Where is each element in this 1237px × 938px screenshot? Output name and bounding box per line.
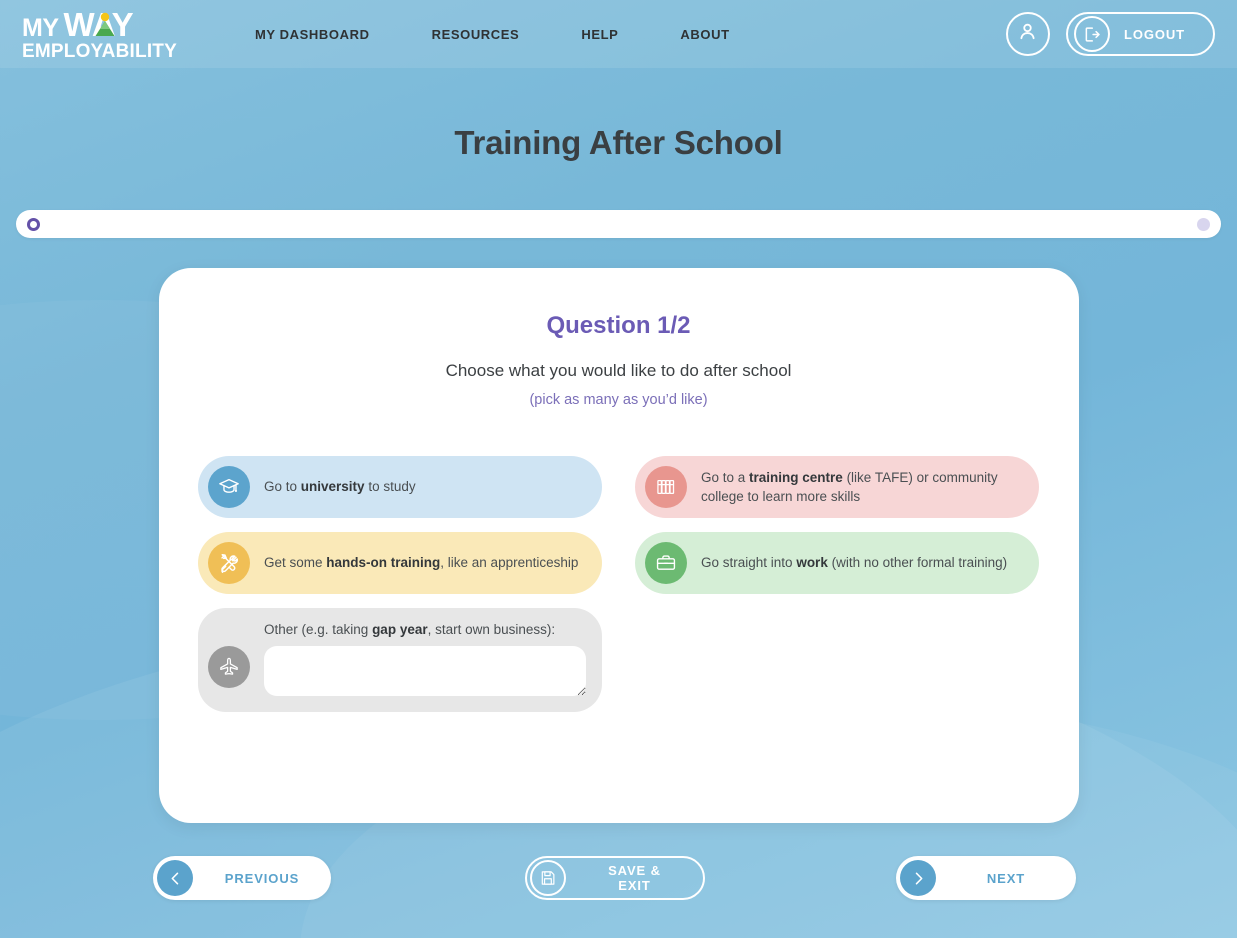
- previous-button[interactable]: PREVIOUS: [153, 856, 331, 900]
- nav-resources[interactable]: RESOURCES: [432, 19, 520, 50]
- brand-logo-line-2: EMPLOYABILITY: [22, 40, 177, 62]
- briefcase-icon: [645, 542, 687, 584]
- main-navigation: MY DASHBOARD RESOURCES HELP ABOUT: [255, 19, 1006, 50]
- option-other-input[interactable]: [264, 646, 586, 696]
- user-avatar-icon: [1016, 20, 1039, 48]
- airplane-icon: [208, 646, 250, 688]
- save-and-exit-button[interactable]: SAVE & EXIT: [525, 856, 705, 900]
- brand-logo-my: MY: [22, 13, 59, 42]
- header-actions: LOGOUT: [1005, 12, 1215, 56]
- progress-step-marker-current[interactable]: [27, 217, 40, 231]
- save-and-exit-button-label: SAVE & EXIT: [608, 863, 661, 893]
- previous-button-label: PREVIOUS: [224, 870, 300, 886]
- logout-arrow-icon: [1073, 16, 1110, 52]
- option-grid: Go to university to study Go to a traini…: [198, 456, 1039, 712]
- nav-help[interactable]: HELP: [581, 19, 618, 50]
- page-title: Training After School: [454, 124, 783, 161]
- option-work-label: Go straight into work (with no other for…: [701, 555, 1008, 571]
- user-avatar-button[interactable]: [1005, 12, 1050, 56]
- option-university[interactable]: Go to university to study: [198, 456, 602, 518]
- option-other[interactable]: Other (e.g. taking gap year, start own b…: [198, 608, 602, 712]
- chevron-left-icon: [157, 860, 193, 896]
- option-training-centre[interactable]: Go to a training centre (like TAFE) or c…: [635, 456, 1039, 518]
- option-hands-on-training[interactable]: Get some hands-on training, like an appr…: [198, 532, 602, 594]
- logout-label: LOGOUT: [1123, 26, 1185, 42]
- nav-my-dashboard[interactable]: MY DASHBOARD: [255, 19, 370, 50]
- option-other-body: Other (e.g. taking gap year, start own b…: [264, 622, 586, 696]
- chevron-right-icon: [900, 860, 936, 896]
- question-prompt: Choose what you would like to do after s…: [445, 361, 792, 380]
- site-header: MY WAY EMPLOYABILITY MY DASHBOARD RESOUR…: [0, 0, 1237, 68]
- floppy-disk-icon: [530, 860, 566, 896]
- option-work[interactable]: Go straight into work (with no other for…: [635, 532, 1039, 594]
- graduation-cap-icon: [208, 466, 250, 508]
- option-training-centre-label: Go to a training centre (like TAFE) or c…: [701, 469, 998, 504]
- nav-about[interactable]: ABOUT: [680, 19, 729, 50]
- question-card: Question 1/2 Choose what you would like …: [158, 268, 1079, 823]
- wizard-footer: PREVIOUS SAVE & EXIT NEXT: [0, 847, 1237, 909]
- progress-step-marker-upcoming[interactable]: [1197, 217, 1210, 231]
- option-hands-on-training-label: Get some hands-on training, like an appr…: [264, 555, 579, 571]
- progress-bar[interactable]: [16, 210, 1221, 238]
- brand-logo-way: WAY: [64, 8, 134, 41]
- books-icon: [645, 466, 687, 508]
- brand-logo-line-1: MY WAY: [22, 8, 177, 41]
- question-hint: (pick as many as you’d like): [529, 392, 708, 408]
- question-number: Question 1/2: [546, 312, 691, 339]
- brand-logo[interactable]: MY WAY EMPLOYABILITY: [22, 8, 177, 61]
- next-button[interactable]: NEXT: [896, 856, 1076, 900]
- option-university-label: Go to university to study: [264, 479, 416, 495]
- tools-icon: [208, 542, 250, 584]
- option-other-label: Other (e.g. taking gap year, start own b…: [264, 622, 556, 637]
- logout-button[interactable]: LOGOUT: [1065, 12, 1215, 56]
- mountain-sun-icon: [92, 9, 118, 36]
- next-button-label: NEXT: [986, 870, 1026, 886]
